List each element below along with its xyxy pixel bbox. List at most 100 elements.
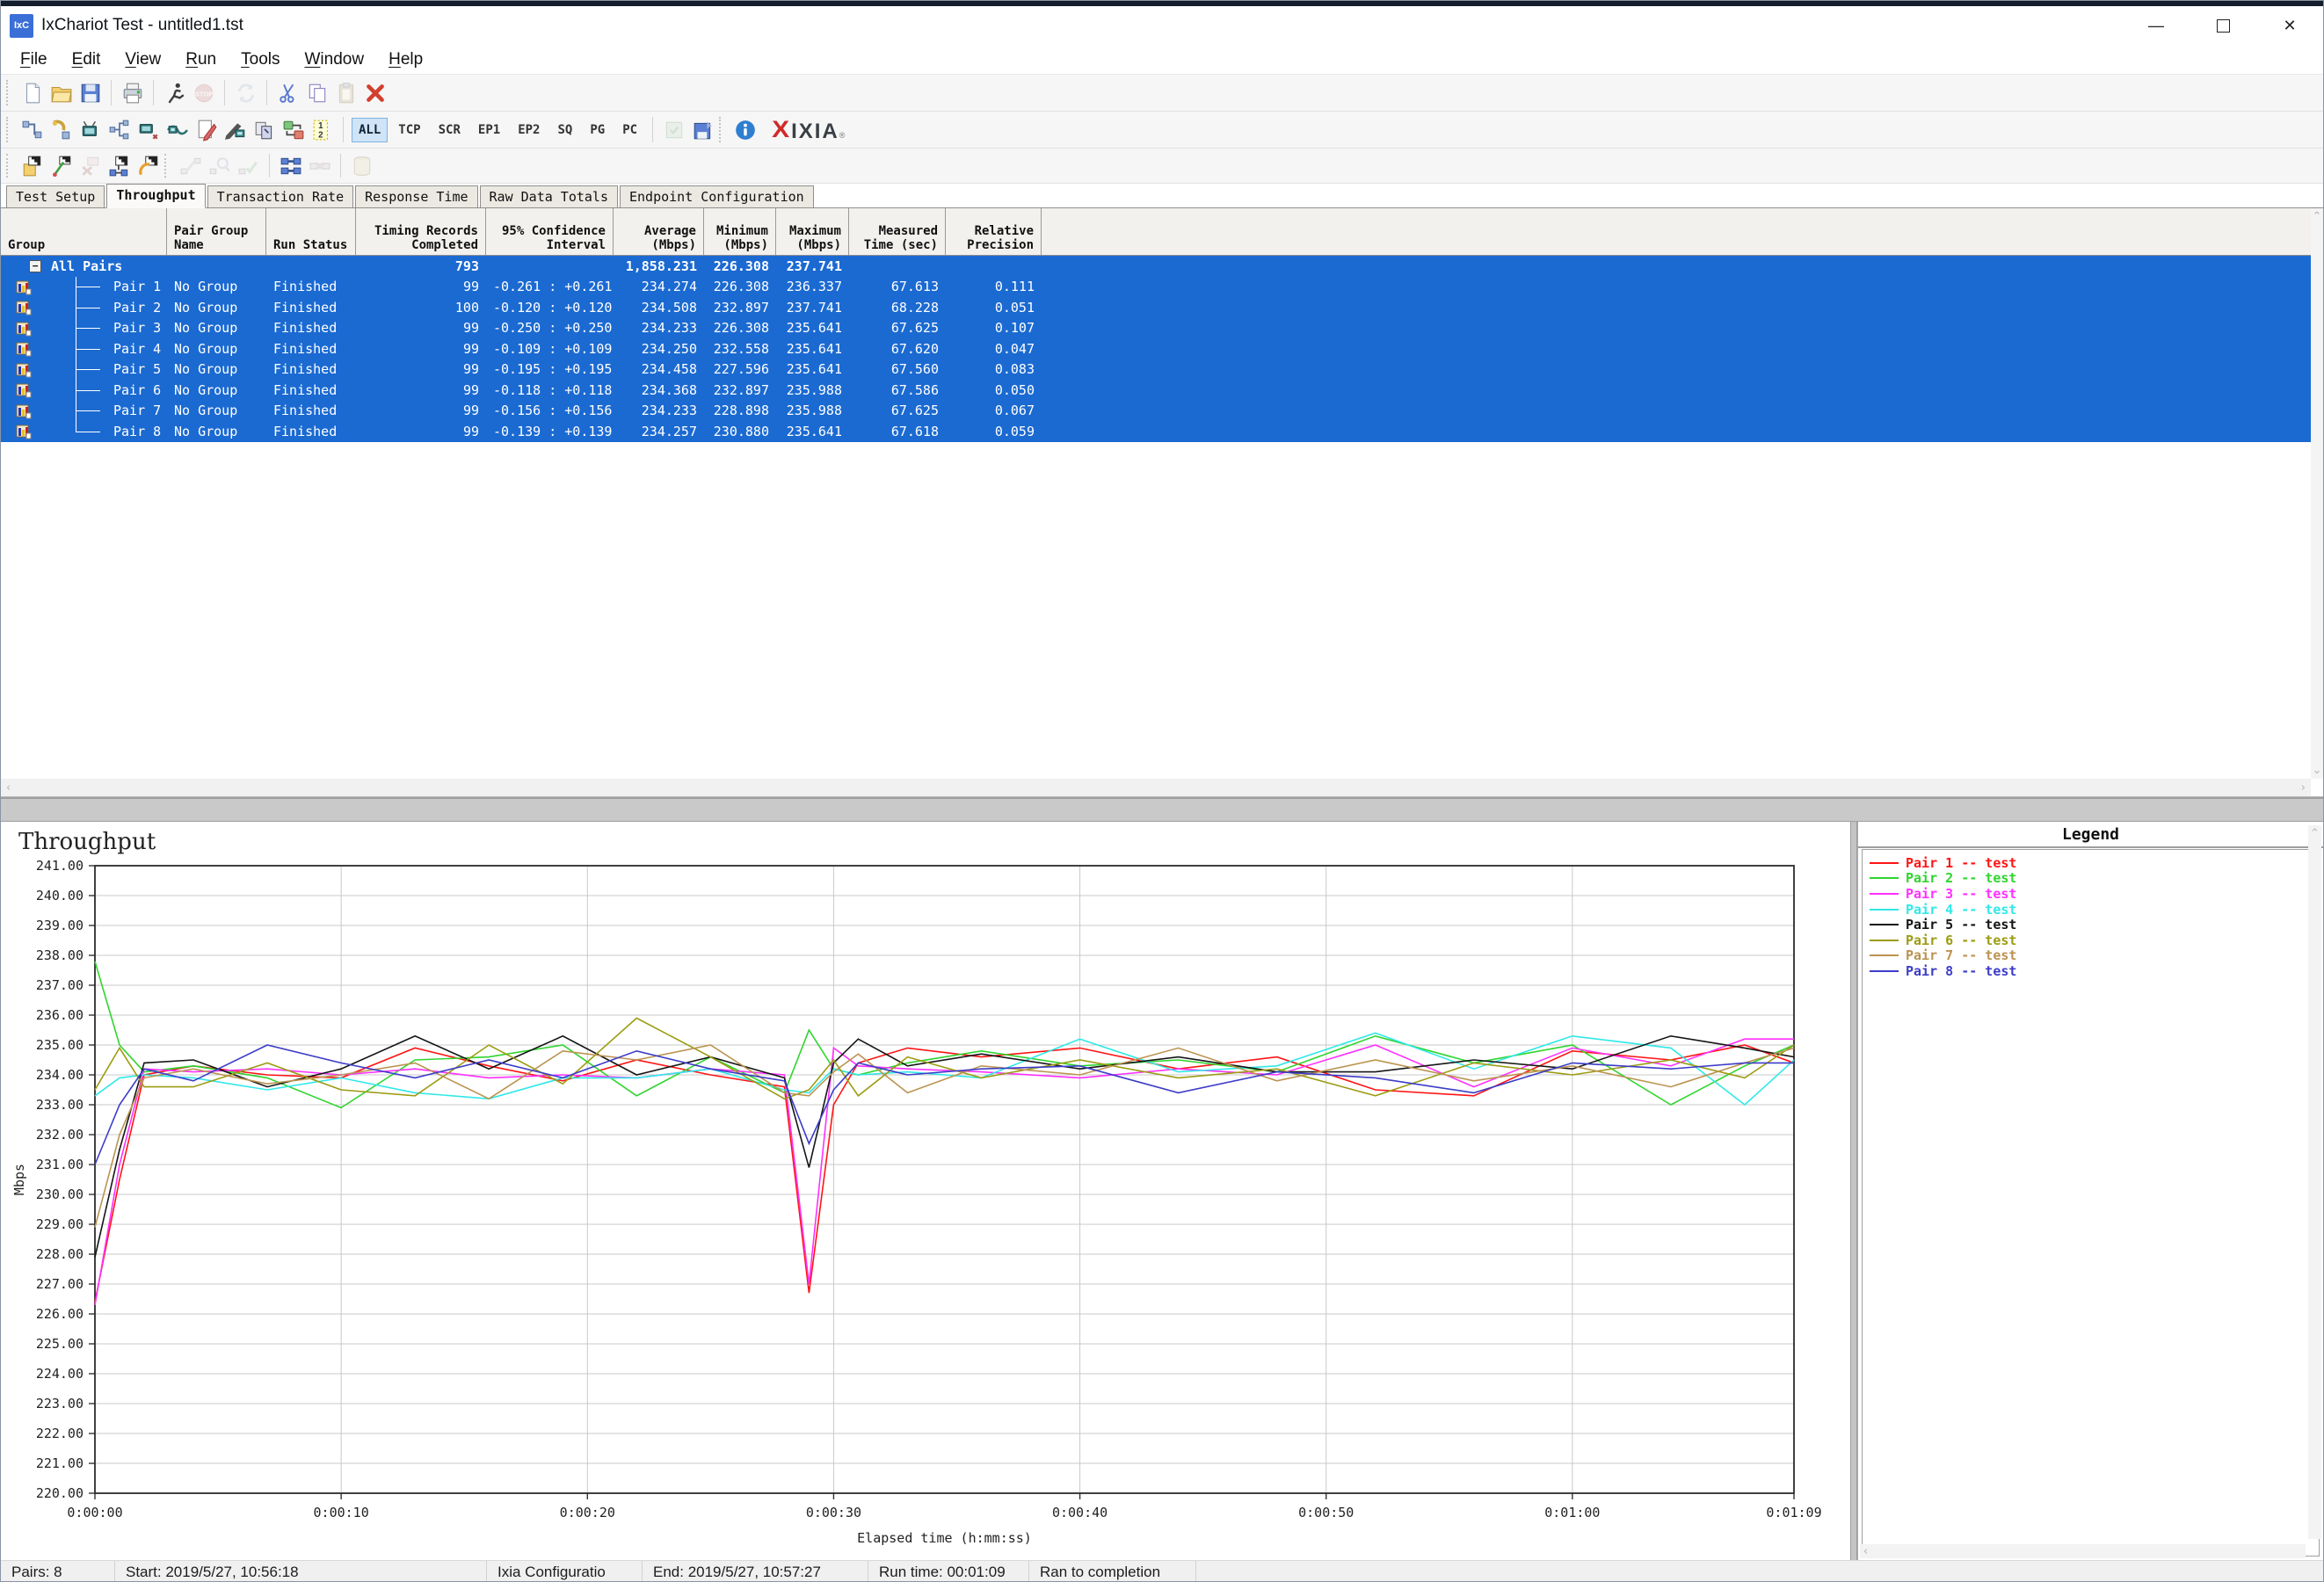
- column-header-timing-records[interactable]: Timing Records Completed: [356, 208, 486, 255]
- column-header-group[interactable]: Group: [1, 208, 167, 255]
- filter-button-ep1[interactable]: EP1: [471, 118, 507, 142]
- svg-text:0:00:20: 0:00:20: [560, 1505, 615, 1520]
- tab-test-setup[interactable]: Test Setup: [6, 185, 105, 207]
- menu-window[interactable]: Window: [292, 50, 376, 69]
- filter-button-tcp[interactable]: TCP: [391, 118, 427, 142]
- edit-script-icon[interactable]: [221, 115, 250, 144]
- chart-legend-divider[interactable]: [1850, 822, 1857, 1560]
- tab-transaction-rate[interactable]: Transaction Rate: [207, 185, 354, 207]
- filter-button-pc[interactable]: PC: [615, 118, 644, 142]
- scroll-down-icon[interactable]: ⌄: [2313, 764, 2322, 777]
- close-button[interactable]: ✕: [2256, 6, 2323, 45]
- toolbar-grip: [6, 117, 12, 142]
- collapse-expander-icon[interactable]: −: [29, 259, 41, 272]
- run-test-icon[interactable]: [160, 78, 189, 107]
- menu-help[interactable]: Help: [376, 50, 435, 69]
- legend-item-pair-2[interactable]: Pair 2 -- test: [1870, 870, 2319, 886]
- minimum-cell: 232.897: [713, 381, 769, 398]
- paste-icon: [331, 78, 360, 107]
- title-bar[interactable]: IxC IxChariot Test - untitled1.tst — ✕: [1, 6, 2323, 45]
- column-header-minimum[interactable]: Minimum (Mbps): [704, 208, 776, 255]
- column-header-maximum[interactable]: Maximum (Mbps): [776, 208, 849, 255]
- copy-icon[interactable]: [302, 78, 331, 107]
- minimize-button[interactable]: —: [2123, 6, 2190, 45]
- scroll-up-icon[interactable]: ⌃: [2313, 210, 2322, 223]
- open-folder-icon[interactable]: [47, 78, 76, 107]
- add-voip-pair-icon[interactable]: [47, 115, 76, 144]
- swap-endpoints-icon[interactable]: [279, 115, 308, 144]
- print-icon[interactable]: [118, 78, 147, 107]
- endpoint-phone-icon[interactable]: [134, 151, 163, 180]
- toolbar-separator: [652, 117, 654, 142]
- legend-scroll-left-icon[interactable]: ‹: [1863, 1545, 1868, 1558]
- legend-item-pair-4[interactable]: Pair 4 -- test: [1870, 902, 2319, 918]
- table-row-pair-5[interactable]: Pair 5 No Group Finished 99 -0.195 : +0.195 2…: [1, 359, 2323, 380]
- filter-button-scr[interactable]: SCR: [432, 118, 468, 142]
- new-endpoint-list-icon[interactable]: [18, 151, 47, 180]
- table-row-pair-2[interactable]: Pair 2 No Group Finished 100 -0.120 : +0.120…: [1, 297, 2323, 318]
- save-config-icon[interactable]: [688, 115, 717, 144]
- add-video-multicast-icon[interactable]: [134, 115, 163, 144]
- group-cell: Pair 3: [1, 317, 167, 339]
- legend-scroll-up-icon[interactable]: ⌃: [2310, 827, 2320, 840]
- menu-tools[interactable]: Tools: [229, 50, 292, 69]
- legend-horizontal-scrollbar[interactable]: ‹: [1860, 1544, 2306, 1558]
- replicate-pair-icon[interactable]: [250, 115, 279, 144]
- filter-button-all[interactable]: ALL: [352, 117, 389, 142]
- table-row-pair-3[interactable]: Pair 3 No Group Finished 99 -0.250 : +0.250 2…: [1, 317, 2323, 339]
- maximum-cell: 237.741: [786, 299, 842, 316]
- renumber-pairs-icon[interactable]: 12: [308, 115, 337, 144]
- cut-icon[interactable]: [273, 78, 302, 107]
- table-row-pair-7[interactable]: Pair 7 No Group Finished 99 -0.156 : +0.156 2…: [1, 400, 2323, 421]
- menu-run[interactable]: Run: [173, 50, 229, 69]
- add-video-pair-icon[interactable]: [76, 115, 105, 144]
- maximize-button[interactable]: [2190, 6, 2256, 45]
- menu-view[interactable]: View: [113, 50, 173, 69]
- table-row-pair-6[interactable]: Pair 6 No Group Finished 99 -0.118 : +0.118 2…: [1, 380, 2323, 401]
- table-horizontal-scrollbar[interactable]: ‹ ›: [1, 779, 2311, 796]
- column-header-pair-group[interactable]: Pair Group Name: [167, 208, 266, 255]
- column-header-95-confidence[interactable]: 95% Confidence Interval: [486, 208, 614, 255]
- edit-pair-icon[interactable]: [192, 115, 221, 144]
- table-vertical-scrollbar[interactable]: ⌃ ⌄: [2311, 208, 2323, 779]
- scroll-left-icon[interactable]: ‹: [6, 781, 11, 795]
- tab-throughput[interactable]: Throughput: [106, 184, 206, 208]
- measured-time-cell: 68.228: [890, 299, 939, 316]
- tab-raw-data-totals[interactable]: Raw Data Totals: [479, 185, 618, 207]
- link-pairs-icon[interactable]: [276, 151, 305, 180]
- panel-splitter[interactable]: [1, 797, 2323, 822]
- add-hardware-pair-icon[interactable]: [163, 115, 192, 144]
- add-pair-icon[interactable]: [18, 115, 47, 144]
- menu-edit[interactable]: Edit: [60, 50, 113, 69]
- tab-endpoint-configuration[interactable]: Endpoint Configuration: [620, 185, 814, 207]
- column-header-run-status[interactable]: Run Status: [266, 208, 356, 255]
- tab-response-time[interactable]: Response Time: [355, 185, 478, 207]
- menu-file[interactable]: File: [8, 50, 60, 69]
- filter-button-pg[interactable]: PG: [583, 118, 612, 142]
- table-row-pair-1[interactable]: Pair 1 No Group Finished 99 -0.261 : +0.261 2…: [1, 276, 2323, 297]
- table-row-pair-4[interactable]: Pair 4 No Group Finished 99 -0.109 : +0.109 2…: [1, 338, 2323, 359]
- column-header-average[interactable]: Average (Mbps): [614, 208, 704, 255]
- table-row-all-pairs[interactable]: − All Pairs 793 1,858.231 226.308 237.741: [1, 256, 2323, 277]
- table-row-pair-8[interactable]: Pair 8 No Group Finished 99 -0.139 : +0.139 2…: [1, 421, 2323, 442]
- legend-item-pair-3[interactable]: Pair 3 -- test: [1870, 886, 2319, 902]
- column-header-relative[interactable]: Relative Precision: [946, 208, 1042, 255]
- add-endpoint-icon[interactable]: [47, 151, 76, 180]
- endpoint-network-icon[interactable]: [105, 151, 134, 180]
- add-multicast-group-icon[interactable]: [105, 115, 134, 144]
- legend-item-pair-7[interactable]: Pair 7 -- test: [1870, 947, 2319, 963]
- legend-item-pair-6[interactable]: Pair 6 -- test: [1870, 933, 2319, 948]
- legend-item-pair-8[interactable]: Pair 8 -- test: [1870, 963, 2319, 979]
- chart-title: Throughput: [18, 829, 156, 855]
- legend-item-pair-5[interactable]: Pair 5 -- test: [1870, 917, 2319, 933]
- legend-item-pair-1[interactable]: Pair 1 -- test: [1870, 855, 2319, 871]
- new-document-icon[interactable]: [18, 78, 47, 107]
- save-icon[interactable]: [76, 78, 105, 107]
- filter-button-sq[interactable]: SQ: [550, 118, 579, 142]
- filter-button-ep2[interactable]: EP2: [511, 118, 547, 142]
- delete-icon[interactable]: [360, 78, 389, 107]
- legend-vertical-scrollbar[interactable]: ⌃: [2308, 825, 2321, 1539]
- column-header-measured[interactable]: Measured Time (sec): [849, 208, 946, 255]
- scroll-right-icon[interactable]: ›: [2301, 781, 2306, 795]
- info-icon[interactable]: [730, 115, 759, 144]
